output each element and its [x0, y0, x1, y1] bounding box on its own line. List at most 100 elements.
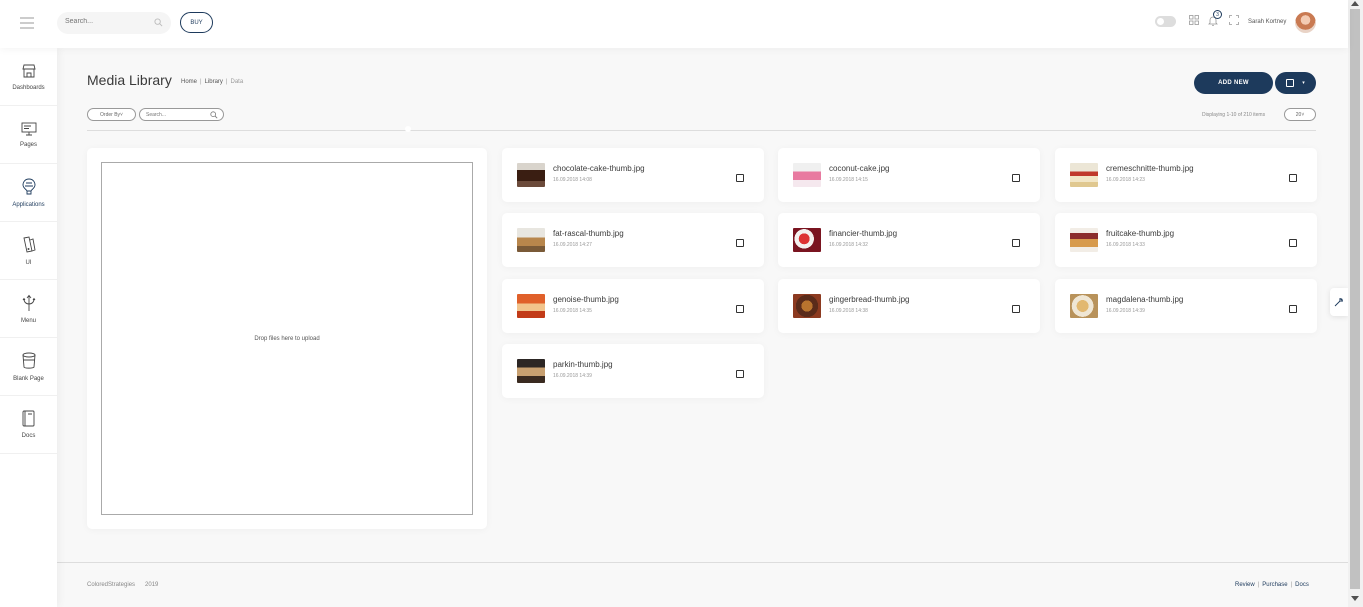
file-checkbox[interactable] — [736, 174, 744, 182]
file-name[interactable]: cremeschnitte-thumb.jpg — [1106, 164, 1194, 173]
file-checkbox[interactable] — [1012, 305, 1020, 313]
bucket-icon — [22, 352, 35, 369]
sidebar-item-label: UI — [25, 259, 32, 266]
user-avatar[interactable] — [1295, 12, 1316, 33]
chevron-down-icon[interactable]: ▾ — [1302, 80, 1305, 86]
file-checkbox[interactable] — [1289, 239, 1297, 247]
order-by-dropdown[interactable]: Order By ˅ — [87, 108, 136, 121]
monitor-icon — [21, 122, 36, 135]
footer-link-docs[interactable]: Docs — [1295, 582, 1309, 588]
displaying-text: Displaying 1-10 of 210 items — [1202, 112, 1266, 118]
scroll-up-arrow-icon[interactable] — [1351, 1, 1359, 6]
footer-separator: | — [1257, 582, 1260, 588]
file-thumbnail — [1070, 163, 1098, 187]
sidebar-item-docs[interactable]: Docs — [0, 396, 57, 454]
search-icon[interactable] — [210, 111, 218, 119]
breadcrumb-home[interactable]: Home — [181, 79, 197, 85]
file-date: 16.09.2018 14:15 — [829, 177, 868, 183]
top-search-input[interactable] — [65, 18, 153, 25]
footer-link-purchase[interactable]: Purchase — [1262, 582, 1287, 588]
select-all-button[interactable]: ▾ — [1275, 72, 1316, 94]
pantone-icon — [22, 235, 36, 253]
buy-button[interactable]: BUY — [180, 12, 213, 33]
file-date: 16.09.2018 14:23 — [1106, 177, 1145, 183]
file-checkbox[interactable] — [1012, 239, 1020, 247]
search-icon[interactable] — [154, 18, 163, 27]
sidebar-item-applications[interactable]: Applications — [0, 164, 57, 222]
footer-link-review[interactable]: Review — [1235, 582, 1255, 588]
file-name[interactable]: fat-rascal-thumb.jpg — [553, 229, 624, 238]
sidebar-item-label: Menu — [20, 317, 36, 324]
file-checkbox[interactable] — [1289, 305, 1297, 313]
menu-toggle-icon[interactable] — [20, 17, 34, 29]
dropzone-text: Drop files here to upload — [254, 335, 320, 342]
breadcrumb: Home | Library | Data — [181, 79, 243, 85]
file-card[interactable]: financier-thumb.jpg 16.09.2018 14:32 — [778, 213, 1040, 267]
file-name[interactable]: gingerbread-thumb.jpg — [829, 295, 910, 304]
sidebar-item-label: Pages — [19, 141, 37, 148]
footer-divider — [57, 562, 1348, 563]
theme-customizer-button[interactable] — [1330, 288, 1348, 316]
file-checkbox[interactable] — [1289, 174, 1297, 182]
file-name[interactable]: genoise-thumb.jpg — [553, 295, 619, 304]
file-card[interactable]: gingerbread-thumb.jpg 16.09.2018 14:38 — [778, 279, 1040, 333]
sidebar-item-ui[interactable]: UI — [0, 222, 57, 280]
sidebar-item-menu[interactable]: Menu — [0, 280, 57, 338]
file-thumbnail — [1070, 228, 1098, 252]
sidebar-item-blank-page[interactable]: Blank Page — [0, 338, 57, 396]
dark-mode-toggle[interactable] — [1155, 16, 1176, 27]
file-card[interactable]: chocolate-cake-thumb.jpg 16.09.2018 14:0… — [502, 148, 764, 202]
file-name[interactable]: parkin-thumb.jpg — [553, 360, 613, 369]
file-checkbox[interactable] — [736, 305, 744, 313]
sidebar-item-dashboards[interactable]: Dashboards — [0, 48, 57, 106]
sidebar-item-pages[interactable]: Pages — [0, 106, 57, 164]
file-name[interactable]: chocolate-cake-thumb.jpg — [553, 164, 645, 173]
add-new-button[interactable]: ADD NEW — [1194, 72, 1273, 94]
file-name[interactable]: fruitcake-thumb.jpg — [1106, 229, 1174, 238]
breadcrumb-separator: | — [200, 79, 202, 85]
file-date: 16.09.2018 14:32 — [829, 242, 868, 248]
magic-wand-icon — [1334, 298, 1343, 307]
order-by-label: Order By — [100, 111, 121, 118]
file-card[interactable]: cremeschnitte-thumb.jpg 16.09.2018 14:23 — [1055, 148, 1317, 202]
scroll-down-arrow-icon[interactable] — [1351, 596, 1359, 601]
file-date: 16.09.2018 14:39 — [1106, 308, 1145, 314]
file-name[interactable]: magdalena-thumb.jpg — [1106, 295, 1183, 304]
sidebar-item-label: Blank Page — [13, 375, 44, 382]
fullscreen-icon[interactable] — [1229, 15, 1239, 25]
file-name[interactable]: coconut-cake.jpg — [829, 164, 889, 173]
main-sidebar: Dashboards Pages Applications UI Menu Bl… — [0, 48, 57, 607]
file-thumbnail — [793, 228, 821, 252]
breadcrumb-library[interactable]: Library — [205, 79, 223, 85]
file-date: 16.09.2018 14:35 — [553, 308, 592, 314]
file-card[interactable]: fruitcake-thumb.jpg 16.09.2018 14:33 — [1055, 213, 1317, 267]
file-date: 16.09.2018 14:39 — [553, 373, 592, 379]
file-checkbox[interactable] — [736, 370, 744, 378]
file-checkbox[interactable] — [736, 239, 744, 247]
file-card[interactable]: magdalena-thumb.jpg 16.09.2018 14:39 — [1055, 279, 1317, 333]
file-card[interactable]: fat-rascal-thumb.jpg 16.09.2018 14:27 — [502, 213, 764, 267]
scrollbar-thumb[interactable] — [1350, 9, 1360, 589]
file-name[interactable]: financier-thumb.jpg — [829, 229, 897, 238]
dropzone[interactable]: Drop files here to upload — [101, 162, 473, 515]
three-arrows-icon — [22, 294, 35, 311]
file-card[interactable]: genoise-thumb.jpg 16.09.2018 14:35 — [502, 279, 764, 333]
file-checkbox[interactable] — [1012, 174, 1020, 182]
file-card[interactable]: parkin-thumb.jpg 16.09.2018 14:39 — [502, 344, 764, 398]
notification-count-badge: 3 — [1213, 10, 1222, 19]
breadcrumb-separator: | — [225, 79, 228, 85]
user-name[interactable]: Sarah Kortney — [1248, 19, 1286, 25]
footer-separator: | — [1290, 582, 1293, 588]
apps-grid-icon[interactable] — [1189, 15, 1199, 25]
breadcrumb-data: Data — [230, 79, 244, 85]
checkbox-icon[interactable] — [1286, 79, 1295, 87]
divider — [87, 130, 1316, 131]
page-size-dropdown[interactable]: 20 ˅ — [1284, 108, 1316, 121]
file-card[interactable]: coconut-cake.jpg 16.09.2018 14:15 — [778, 148, 1040, 202]
top-search[interactable] — [57, 12, 171, 34]
sidebar-item-label: Applications — [12, 201, 45, 208]
page-scrollbar[interactable] — [1348, 0, 1363, 607]
list-search-input[interactable] — [146, 112, 212, 118]
file-thumbnail — [793, 294, 821, 318]
list-search[interactable] — [139, 108, 224, 121]
